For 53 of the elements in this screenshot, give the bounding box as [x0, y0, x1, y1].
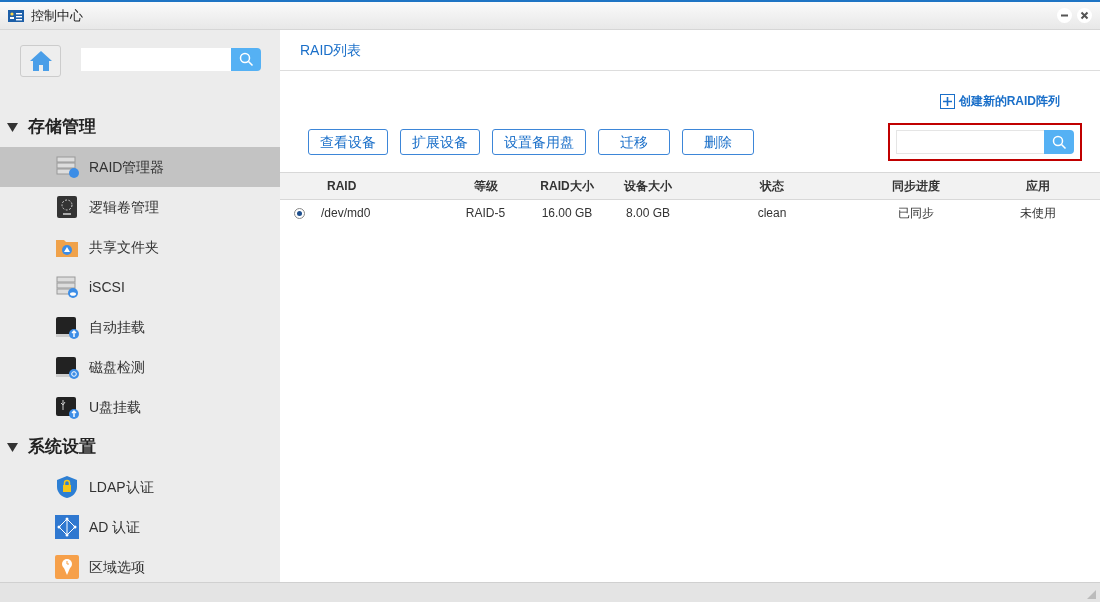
- minimize-button[interactable]: [1057, 8, 1072, 23]
- search-field[interactable]: [888, 123, 1082, 161]
- action-button[interactable]: 迁移: [598, 129, 670, 155]
- table-cell: /dev/md0: [321, 206, 371, 220]
- column-header[interactable]: 设备大小: [624, 177, 672, 195]
- location-icon: [55, 555, 79, 579]
- action-button[interactable]: 扩展设备: [400, 129, 480, 155]
- window-title: 控制中心: [31, 6, 83, 25]
- server-icon: [55, 275, 79, 299]
- table-cell-text: RAID-5: [465, 205, 506, 222]
- drive-icon: [55, 315, 79, 339]
- sidebar-item[interactable]: 逻辑卷管理: [0, 187, 280, 227]
- expand-toggle-icon[interactable]: [7, 122, 18, 132]
- table-cell-text: 16.00 GB: [541, 205, 593, 222]
- search-field[interactable]: [81, 48, 261, 71]
- action-button[interactable]: 设置备用盘: [492, 129, 586, 155]
- column-header[interactable]: 同步进度: [892, 177, 940, 195]
- sidebar-item[interactable]: 共享文件夹: [0, 227, 280, 267]
- drive-icon: [55, 355, 79, 379]
- table-cell-text: 8.00 GB: [626, 205, 670, 222]
- action-button[interactable]: 删除: [682, 129, 754, 155]
- sidebar-item[interactable]: 区域选项: [0, 547, 280, 582]
- table-cell-text: 已同步: [898, 205, 934, 222]
- column-header[interactable]: RAID: [327, 179, 357, 193]
- sidebar-item[interactable]: 自动挂载: [0, 307, 280, 347]
- sidebar-item[interactable]: AD 认证: [0, 507, 280, 547]
- expand-toggle-icon[interactable]: [7, 442, 18, 452]
- section-title[interactable]: 存储管理: [28, 114, 96, 140]
- sidebar-item[interactable]: iSCSI: [0, 267, 280, 307]
- usb-drive-icon: [55, 395, 79, 419]
- server-icon: [55, 155, 79, 179]
- app-icon: [8, 9, 24, 22]
- resize-grip-icon[interactable]: [1087, 590, 1096, 599]
- table-cell-text: clean: [757, 205, 787, 222]
- network-icon: [55, 515, 79, 539]
- column-header[interactable]: 应用: [1026, 177, 1050, 195]
- home-icon: [28, 50, 53, 72]
- section-title[interactable]: 系统设置: [28, 434, 96, 460]
- shield-icon: [55, 475, 79, 499]
- action-button[interactable]: 查看设备: [308, 129, 388, 155]
- sidebar-item[interactable]: U盘挂载: [0, 387, 280, 427]
- plus-icon: [939, 93, 955, 109]
- sidebar-item[interactable]: RAID管理器: [0, 147, 280, 187]
- column-header[interactable]: 等级: [473, 177, 498, 195]
- create-raid-link[interactable]: 创建新的RAID阵列: [939, 93, 1060, 109]
- column-header[interactable]: 状态: [760, 177, 784, 195]
- column-header[interactable]: RAID大小: [540, 177, 594, 195]
- radio-button[interactable]: [294, 207, 305, 219]
- sidebar-item[interactable]: LDAP认证: [0, 467, 280, 507]
- tab[interactable]: RAID列表: [300, 39, 362, 61]
- table-cell-text: 未使用: [1020, 205, 1056, 222]
- close-button[interactable]: [1077, 8, 1092, 23]
- sidebar-item[interactable]: 磁盘检测: [0, 347, 280, 387]
